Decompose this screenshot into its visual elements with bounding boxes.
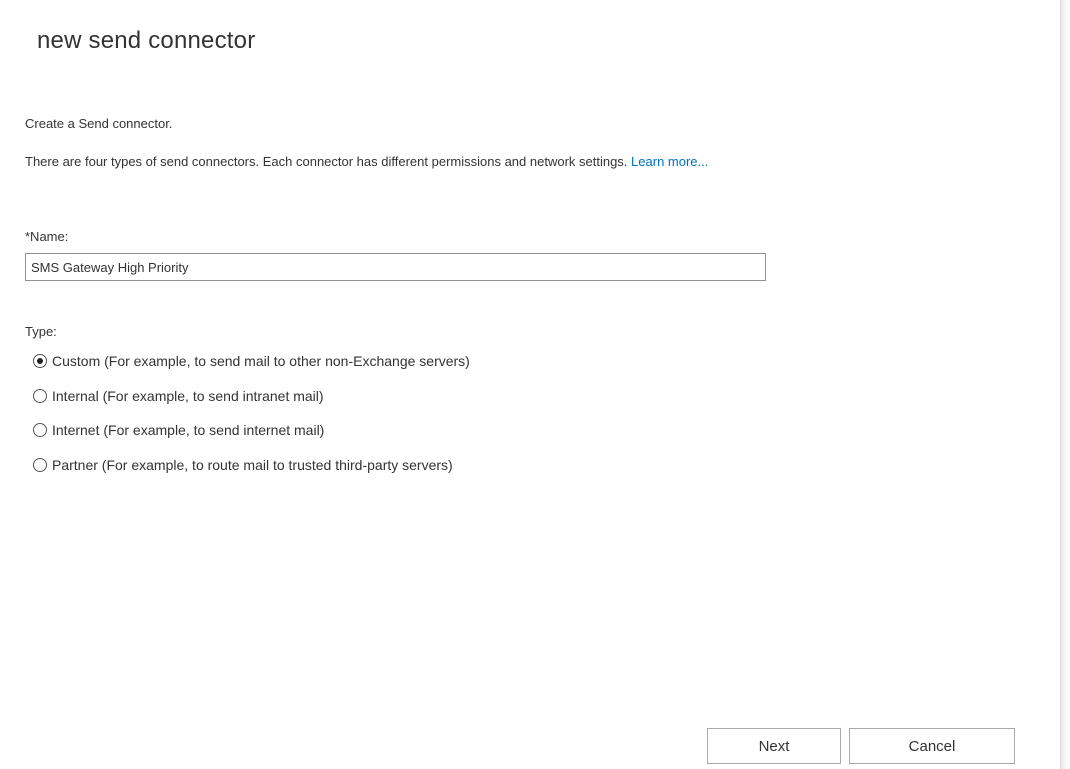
dialog-title: new send connector	[37, 27, 256, 54]
learn-more-link[interactable]: Learn more...	[631, 154, 708, 169]
name-input[interactable]	[25, 253, 766, 281]
radio-selected-icon[interactable]	[33, 354, 47, 368]
radio-label-custom: Custom (For example, to send mail to oth…	[52, 353, 470, 369]
radio-option-internal[interactable]: Internal (For example, to send intranet …	[33, 386, 324, 406]
name-label: *Name:	[25, 229, 69, 244]
radio-option-partner[interactable]: Partner (For example, to route mail to t…	[33, 455, 453, 475]
description-body: There are four types of send connectors.…	[25, 154, 628, 169]
description-text: There are four types of send connectors.…	[25, 153, 745, 171]
radio-label-internet: Internet (For example, to send internet …	[52, 422, 325, 438]
new-send-connector-dialog: new send connector Create a Send connect…	[0, 0, 1060, 769]
radio-option-internet[interactable]: Internet (For example, to send internet …	[33, 420, 324, 440]
dialog-shadow-edge	[1060, 0, 1070, 769]
radio-label-internal: Internal (For example, to send intranet …	[52, 388, 324, 404]
radio-unselected-icon[interactable]	[33, 458, 47, 472]
radio-unselected-icon[interactable]	[33, 423, 47, 437]
type-label: Type:	[25, 324, 57, 339]
radio-label-partner: Partner (For example, to route mail to t…	[52, 457, 453, 473]
next-button[interactable]: Next	[707, 728, 841, 764]
radio-option-custom[interactable]: Custom (For example, to send mail to oth…	[33, 351, 470, 371]
radio-unselected-icon[interactable]	[33, 389, 47, 403]
cancel-button[interactable]: Cancel	[849, 728, 1015, 764]
intro-text: Create a Send connector.	[25, 116, 173, 131]
